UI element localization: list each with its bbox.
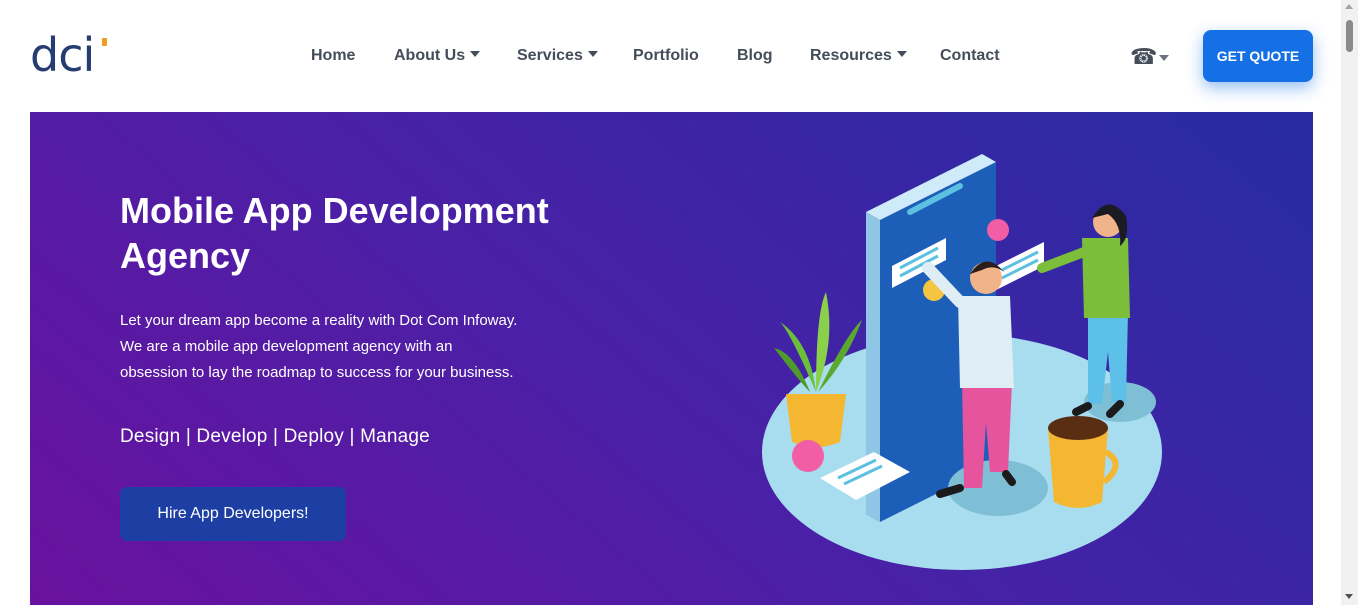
phone-icon: ☎ [1130,44,1158,69]
like-bubble [987,219,1009,241]
caret-down-icon [1159,55,1170,61]
nav-portfolio[interactable]: Portfolio [633,47,699,65]
page-scrollbar[interactable] [1341,0,1358,605]
nav-resources[interactable]: Resources [810,47,907,65]
logo-text: dci [30,28,95,82]
scroll-down-arrow-icon[interactable] [1345,594,1353,599]
scrollbar-thumb[interactable] [1346,20,1353,52]
caret-down-icon [587,51,598,57]
get-quote-button[interactable]: GET QUOTE [1203,30,1313,82]
nav-home[interactable]: Home [311,47,355,65]
nav-services-label: Services [517,47,583,64]
nav-blog-label: Blog [737,47,773,64]
nav-contact-label: Contact [940,47,1000,64]
nav-services[interactable]: Services [517,47,598,65]
logo-accent-mark [102,38,107,46]
nav-about-us-label: About Us [394,47,466,64]
site-header: dci Home About Us Services Portfolio Blo… [0,0,1341,112]
nav-resources-label: Resources [810,47,892,64]
dci-logo[interactable]: dci [30,32,107,78]
hero-tagline: Design | Develop | Deploy | Manage [120,426,430,447]
nav-about-us[interactable]: About Us [394,47,481,65]
hero-description: Let your dream app become a reality with… [120,312,518,381]
caret-down-icon [896,51,907,57]
nav-blog[interactable]: Blog [737,47,773,65]
hero-title: Mobile App Development Agency [120,190,549,276]
nav-home-label: Home [311,47,356,64]
scroll-up-arrow-icon[interactable] [1345,4,1353,9]
pink-badge [792,440,824,472]
caret-down-icon [470,51,481,57]
chat-card-right [996,242,1044,290]
app-development-illustration [762,154,1162,570]
hero-banner: Mobile App Development Agency Let your d… [30,112,1313,605]
phone-dropdown[interactable]: ☎ [1130,44,1170,70]
nav-portfolio-label: Portfolio [633,47,699,64]
hire-app-developers-button[interactable]: Hire App Developers! [120,487,346,541]
nav-contact[interactable]: Contact [940,47,1000,65]
page: dci Home About Us Services Portfolio Blo… [0,0,1358,605]
